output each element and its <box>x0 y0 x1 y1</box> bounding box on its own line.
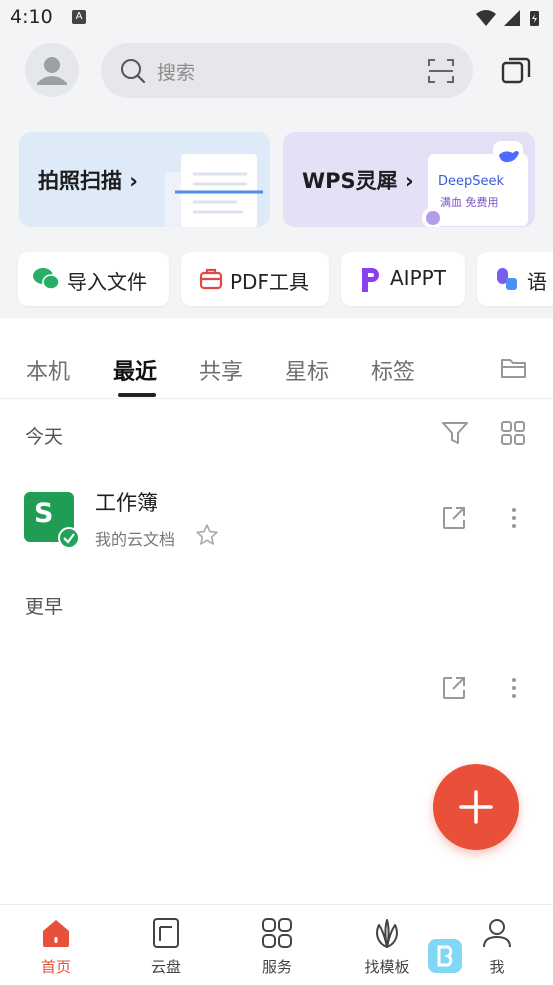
section-earlier: 更早 <box>25 596 64 618</box>
voice-chip[interactable]: 语 <box>477 252 553 306</box>
lingxi-mascot-icon <box>422 207 444 227</box>
user-icon <box>37 57 67 85</box>
aippt-label: AIPPT <box>390 266 446 290</box>
cloud-drive-icon <box>153 918 179 948</box>
wechat-icon <box>33 268 60 290</box>
notification-icon: A <box>72 10 86 24</box>
file-row-empty[interactable] <box>0 650 553 730</box>
scan-banner-label: 拍照扫描 › <box>38 169 138 193</box>
pdf-tools-label: PDF工具 <box>230 270 309 294</box>
search-bar[interactable]: 搜索 <box>101 43 473 98</box>
wps-lingxi-banner[interactable]: WPS灵犀 › DeepSeek 满血 免费用 <box>283 132 535 227</box>
tab-starred[interactable]: 星标 <box>285 354 329 386</box>
bottom-nav: 首页 云盘 服务 找模板 我 <box>0 904 553 985</box>
search-placeholder: 搜索 <box>157 62 196 84</box>
nav-home[interactable]: 首页 <box>16 905 96 985</box>
nav-cloud[interactable]: 云盘 <box>126 905 206 985</box>
tabs-divider <box>0 398 553 399</box>
file-name: 工作簿 <box>95 491 158 515</box>
deepseek-sub: 满血 免费用 <box>440 196 499 209</box>
voice-icon <box>497 268 517 290</box>
document-scan-illustration <box>165 154 263 227</box>
aippt-chip[interactable]: AIPPT <box>341 252 465 306</box>
pdf-tools-chip[interactable]: PDF工具 <box>181 252 329 306</box>
search-icon <box>121 59 146 84</box>
nav-templates[interactable]: 找模板 <box>347 905 427 985</box>
leaf-icon <box>376 919 398 948</box>
scan-banner[interactable]: 拍照扫描 › <box>19 132 270 227</box>
tab-recent[interactable]: 最近 <box>113 354 157 386</box>
multi-window-icon[interactable] <box>500 55 532 87</box>
status-time: 4:10 <box>10 6 53 28</box>
tab-shared[interactable]: 共享 <box>199 354 243 386</box>
avatar[interactable] <box>25 43 79 97</box>
file-type-letter: S <box>34 498 54 529</box>
aippt-icon <box>362 268 379 292</box>
file-row[interactable]: S 工作簿 我的云文档 <box>0 470 553 560</box>
deepseek-title: DeepSeek <box>438 174 505 189</box>
nav-cloud-label: 云盘 <box>150 958 181 976</box>
nav-services-label: 服务 <box>261 958 292 976</box>
tab-local[interactable]: 本机 <box>26 354 70 386</box>
scan-icon[interactable] <box>427 57 455 85</box>
voice-label: 语 <box>527 270 547 294</box>
services-icon <box>262 918 292 948</box>
more-icon[interactable] <box>508 676 520 700</box>
status-icons <box>476 10 539 26</box>
toolbox-icon <box>199 268 223 290</box>
watermark-logo-icon <box>428 939 462 973</box>
filter-icon[interactable] <box>441 420 469 446</box>
share-icon[interactable] <box>441 675 467 701</box>
section-today: 今天 <box>25 426 64 448</box>
active-tab-indicator <box>118 393 156 397</box>
nav-me-label: 我 <box>489 958 505 976</box>
deepseek-whale-icon <box>493 141 523 171</box>
import-file-label: 导入文件 <box>67 270 147 294</box>
nav-templates-label: 找模板 <box>364 958 410 976</box>
tab-tags[interactable]: 标签 <box>371 354 415 386</box>
import-file-chip[interactable]: 导入文件 <box>18 252 169 306</box>
nav-home-label: 首页 <box>40 958 71 976</box>
nav-me[interactable]: 我 <box>457 905 537 985</box>
star-icon[interactable] <box>195 523 219 547</box>
folder-icon[interactable] <box>500 356 528 380</box>
new-document-button[interactable] <box>433 764 519 850</box>
nav-services[interactable]: 服务 <box>237 905 317 985</box>
plus-icon <box>459 790 493 824</box>
file-location: 我的云文档 <box>95 530 176 549</box>
synced-check-icon <box>58 527 80 549</box>
home-icon <box>43 920 69 947</box>
more-icon[interactable] <box>508 506 520 530</box>
profile-icon <box>483 919 511 948</box>
grid-view-icon[interactable] <box>500 420 526 446</box>
share-icon[interactable] <box>441 505 467 531</box>
wps-lingxi-label: WPS灵犀 › <box>302 169 414 193</box>
